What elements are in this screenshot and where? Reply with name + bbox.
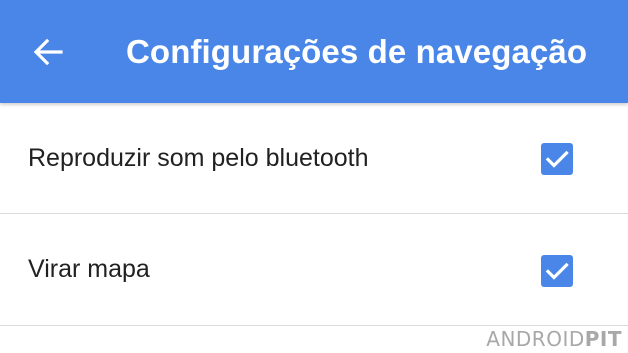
back-button[interactable] xyxy=(20,24,76,80)
app-bar: Configurações de navegação xyxy=(0,0,628,103)
settings-list: Reproduzir som pelo bluetooth Virar mapa xyxy=(0,103,628,326)
rotate-map-checkbox[interactable] xyxy=(541,255,573,287)
setting-label: Virar mapa xyxy=(28,255,150,283)
page-title: Configurações de navegação xyxy=(126,33,588,70)
check-icon xyxy=(545,150,569,168)
arrow-back-icon xyxy=(33,38,63,66)
androidpit-watermark: ANDROIDPIT xyxy=(486,327,622,351)
bluetooth-sound-checkbox[interactable] xyxy=(541,143,573,175)
setting-row-rotate-map[interactable]: Virar mapa xyxy=(0,214,628,326)
setting-row-bluetooth-sound[interactable]: Reproduzir som pelo bluetooth xyxy=(0,103,628,214)
check-icon xyxy=(545,262,569,280)
watermark-part-pit: PIT xyxy=(584,327,622,351)
watermark-part-android: ANDROID xyxy=(486,327,585,351)
setting-label: Reproduzir som pelo bluetooth xyxy=(28,143,369,172)
